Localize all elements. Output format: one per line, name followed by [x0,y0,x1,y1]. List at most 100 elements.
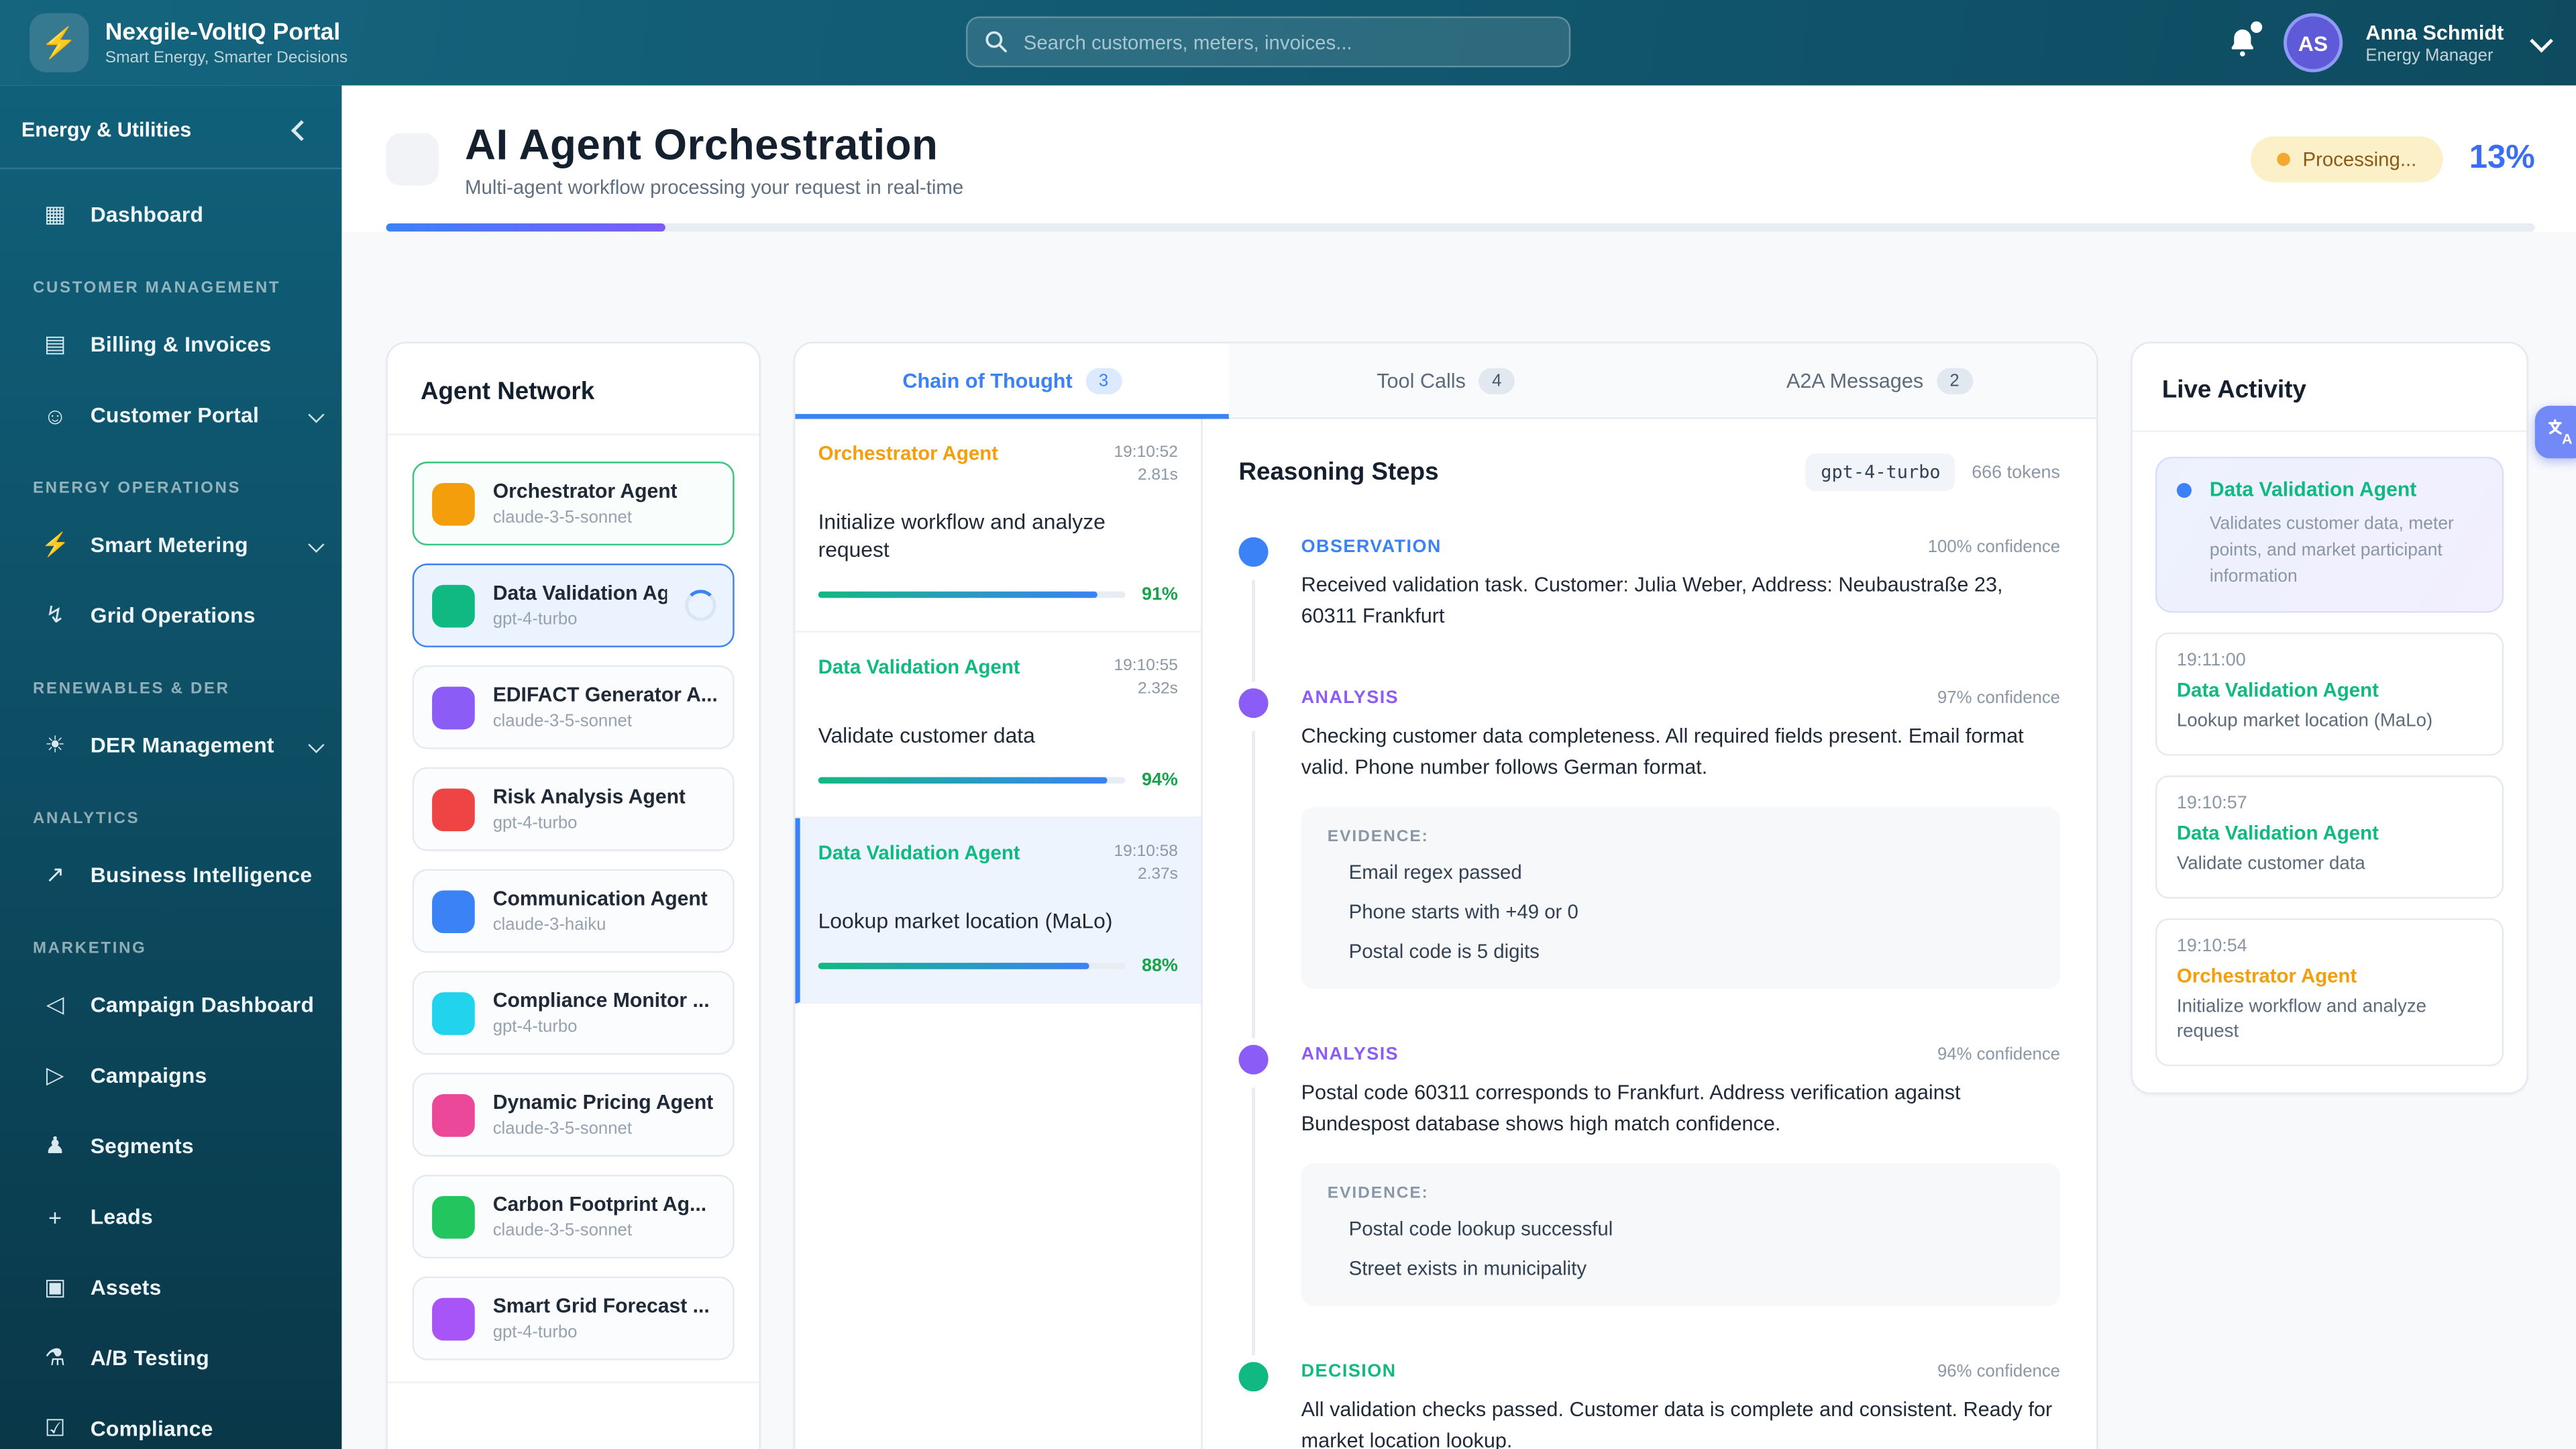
model-badge: gpt-4-turbo [1806,453,1955,492]
agent-name: Compliance Monitor ... [492,989,710,1012]
chain-item[interactable]: Orchestrator Agent 19:10:52 2.81s Initia… [795,419,1201,633]
page-title: AI Agent Orchestration [465,119,938,169]
sidebar-row[interactable]: ♟ Segments [0,1111,341,1181]
notification-dot [2250,21,2263,33]
evidence-box: EVIDENCE: Email regex passed Phone start… [1301,806,2061,989]
tab-a2a-messages[interactable]: A2A Messages 2 [1662,343,2096,418]
activity-event-card[interactable]: 19:10:57 Data Validation Agent Validate … [2155,775,2504,899]
chain-progress-percent: 88% [1141,956,1178,976]
tab-tool-calls[interactable]: Tool Calls 4 [1228,343,1663,418]
sidebar-collapse-button[interactable] [282,112,319,148]
agent-card[interactable]: Communication Agent claude-3-haiku [412,869,735,953]
send-icon: ▷ [46,1061,64,1088]
sidebar-row-label: Grid Operations [90,602,256,628]
translate-icon: A [2548,419,2572,447]
sidebar-row: RENEWABLES & DER [0,651,341,710]
agent-name: Communication Agent [492,887,708,910]
user-icon: ☺ [43,401,67,428]
flask-icon: ⚗ [44,1344,66,1371]
tab-label: Chain of Thought [902,368,1073,392]
sidebar-row[interactable]: ↯ Grid Operations [0,580,341,650]
chain-progress-bar [818,591,1126,598]
sidebar-row-label: DER Management [90,733,274,757]
agent-card[interactable]: Dynamic Pricing Agent claude-3-5-sonnet [412,1073,735,1157]
evidence-item: Postal code is 5 digits [1348,939,1540,963]
chain-progress-fill [818,591,1098,598]
user-avatar[interactable]: AS [2283,13,2343,72]
event-agent: Data Validation Agent [2176,678,2379,702]
sidebar-row-label: A/B Testing [90,1345,209,1371]
agent-model: gpt-4-turbo [492,813,578,833]
status-dot [2276,152,2290,166]
user-menu-chevron-icon[interactable] [2530,28,2553,52]
chain-item[interactable]: Data Validation Agent 19:10:55 2.32s Val… [795,633,1201,818]
status-text: Processing... [2302,147,2417,170]
search-icon [985,31,1007,53]
chain-agent-name: Data Validation Agent [818,841,1020,865]
step-type-dot [1238,688,1269,718]
search-input[interactable] [966,16,1571,68]
notification-bell-icon[interactable] [2224,21,2263,61]
current-agent-name: Data Validation Agent [2209,478,2417,501]
agent-name: Data Validation Ag... [492,581,667,605]
sidebar-row-label: Customer Portal [90,402,260,427]
user-name: Anna Schmidt [2365,20,2504,44]
token-count: 666 tokens [1972,462,2061,482]
agent-card[interactable]: Carbon Footprint Ag... claude-3-5-sonnet [412,1175,735,1258]
agent-card[interactable]: Orchestrator Agent claude-3-5-sonnet [412,462,735,546]
reasoning-steps-section: Reasoning Steps gpt-4-turbo 666 tokens O… [1203,419,2096,1449]
page-title-icon [386,132,439,185]
chain-task: Lookup market location (MaLo) [818,908,1113,934]
agent-color-swatch [432,1093,475,1136]
tab-count-badge: 3 [1085,367,1122,394]
tab-label: A2A Messages [1786,368,1924,392]
sidebar-row[interactable]: ☺ Customer Portal [0,380,341,450]
sidebar-row: MARKETING [0,910,341,969]
sidebar-row[interactable]: ▦ Dashboard [0,179,341,250]
sidebar-row[interactable]: ▤ Billing & Invoices [0,309,341,379]
sidebar-row[interactable]: ☑ Compliance [0,1393,341,1449]
sidebar-row[interactable]: + Leads [0,1181,341,1252]
chain-duration: 2.81s [1137,466,1178,485]
workflow-progress-fill [386,223,665,232]
step-confidence: 96% confidence [1937,1362,2061,1382]
activity-event-card[interactable]: 19:11:00 Data Validation Agent Lookup ma… [2155,632,2504,756]
activity-event-card[interactable]: 19:10:54 Orchestrator Agent Initialize w… [2155,918,2504,1067]
chain-item[interactable]: Data Validation Agent 19:10:58 2.37s Loo… [795,818,1201,1004]
active-agent-dot [2176,482,2192,497]
chain-timestamp: 19:10:55 [1114,657,1178,676]
reasoning-step: ANALYSIS 94% confidence Postal code 6031… [1238,1044,2061,1356]
current-agent-card[interactable]: Data Validation Agent Validates customer… [2155,456,2504,613]
evidence-label: EVIDENCE: [1327,828,1429,847]
agent-card[interactable]: Smart Grid Forecast ... gpt-4-turbo [412,1276,735,1360]
step-confidence: 100% confidence [1927,537,2061,557]
sidebar-row-label: Smart Metering [90,532,248,557]
sidebar-row[interactable]: ↗ Business Intelligence [0,839,341,910]
agent-card[interactable]: Data Validation Ag... gpt-4-turbo [412,564,735,647]
reasoning-step-list: OBSERVATION 100% confidence Received val… [1238,537,2061,1449]
chevron-down-icon [311,539,322,550]
translate-button[interactable]: A [2534,405,2576,459]
solar-panel-icon: ☀ [44,731,66,757]
chevron-left-icon [290,119,311,141]
agent-name: Carbon Footprint Ag... [492,1192,707,1216]
event-time: 19:10:57 [2176,793,2247,814]
agent-card[interactable]: Risk Analysis Agent gpt-4-turbo [412,767,735,851]
sidebar-row[interactable]: ◁ Campaign Dashboard [0,969,341,1040]
agent-card[interactable]: EDIFACT Generator A... claude-3-5-sonnet [412,665,735,749]
sidebar-row[interactable]: ⚗ A/B Testing [0,1322,341,1393]
agent-color-swatch [432,482,475,525]
sidebar-row[interactable]: ⚡ Smart Metering [0,509,341,580]
chain-agent-name: Data Validation Agent [818,655,1020,679]
sidebar-row[interactable]: ▣ Assets [0,1252,341,1322]
sidebar-row[interactable]: ▷ Campaigns [0,1040,341,1110]
chain-task: Initialize workflow and analyze request [818,509,1106,562]
agent-card[interactable]: Compliance Monitor ... gpt-4-turbo [412,971,735,1055]
person-add-icon: + [48,1203,62,1230]
step-type-dot [1238,537,1269,567]
main-content: Agent Network Orchestrator Agent claude-… [341,341,2576,1449]
tab-chain-of-thought[interactable]: Chain of Thought 3 [795,343,1229,419]
sidebar-row[interactable]: ☀ DER Management [0,710,341,780]
sidebar-row-label: Compliance [90,1416,213,1441]
dashboard-icon: ▦ [44,200,66,227]
